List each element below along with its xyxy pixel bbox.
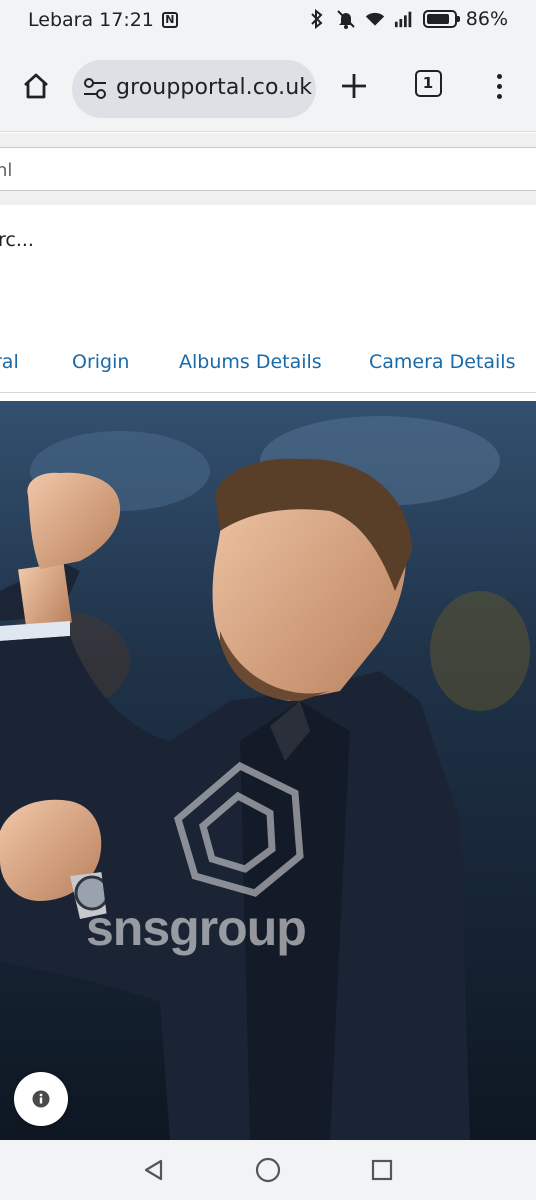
info-icon — [32, 1090, 50, 1108]
web-page: hl rc... ral Origin Albums Details Camer… — [0, 133, 536, 1140]
watermark-text: snsgroup — [86, 900, 307, 956]
back-button[interactable] — [140, 1156, 168, 1184]
tab-origin[interactable]: Origin — [72, 351, 129, 373]
menu-dot-icon — [496, 93, 502, 99]
photo-illustration — [0, 401, 536, 1140]
system-nav-bar — [0, 1140, 536, 1200]
more-menu-button[interactable] — [484, 64, 514, 108]
home-circle-icon — [255, 1157, 281, 1183]
recents-square-icon — [371, 1159, 393, 1181]
photo[interactable]: snsgroup — [0, 401, 536, 1140]
search-strip: hl — [0, 133, 536, 205]
plus-icon — [342, 74, 366, 98]
menu-dot-icon — [496, 83, 502, 89]
home-button[interactable] — [14, 64, 58, 108]
menu-dot-icon — [496, 73, 502, 79]
image-caption: rc... — [0, 229, 34, 251]
tab-count: 1 — [414, 69, 442, 97]
back-triangle-icon — [144, 1159, 163, 1181]
tab-camera-details[interactable]: Camera Details — [369, 351, 515, 373]
muted-bell-icon — [336, 9, 356, 29]
url-text[interactable]: groupportal.co.uk — [116, 75, 312, 100]
wifi-icon — [365, 9, 385, 29]
tab-albums-details[interactable]: Albums Details — [179, 351, 322, 373]
nfc-icon: N — [161, 12, 178, 28]
new-tab-button[interactable] — [334, 66, 374, 106]
search-input[interactable]: hl — [0, 147, 536, 191]
tab-switcher-button[interactable]: 1 — [412, 67, 444, 99]
tab-general[interactable]: ral — [0, 351, 19, 373]
home-nav-button[interactable] — [254, 1156, 282, 1184]
carrier-time: Lebara 17:21 — [28, 9, 154, 31]
battery-icon — [422, 10, 460, 28]
status-right: 86% — [307, 8, 508, 30]
battery-level — [426, 14, 450, 24]
address-bar[interactable]: groupportal.co.uk — [72, 60, 316, 118]
bluetooth-icon — [307, 9, 327, 29]
detail-tabs: ral Origin Albums Details Camera Details — [0, 333, 536, 393]
status-bar: Lebara 17:21 N 86% — [0, 0, 536, 42]
info-button[interactable] — [14, 1072, 68, 1126]
signal-icon — [394, 9, 414, 29]
site-settings-icon[interactable] — [82, 77, 108, 101]
search-value: hl — [0, 160, 13, 181]
battery-percent: 86% — [465, 8, 508, 30]
home-icon — [24, 73, 48, 99]
recents-button[interactable] — [368, 1156, 396, 1184]
browser-toolbar: groupportal.co.uk 1 — [0, 42, 536, 132]
status-left: Lebara 17:21 N — [28, 9, 178, 31]
